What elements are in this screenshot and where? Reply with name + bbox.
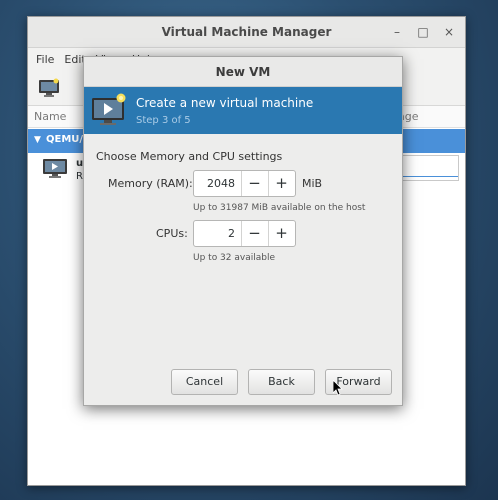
new-vm-toolbar-button[interactable] [38,78,60,98]
cancel-button[interactable]: Cancel [171,369,238,395]
back-button[interactable]: Back [248,369,315,395]
close-button[interactable]: × [441,24,457,40]
cpus-spinbutton[interactable]: 2 − + [193,220,296,247]
wizard-banner: Create a new virtual machine Step 3 of 5 [84,87,402,134]
new-vm-monitor-icon [92,93,126,125]
dialog-titlebar[interactable]: New VM [84,57,402,87]
expander-arrow-icon[interactable]: ▼ [34,135,41,145]
monitor-icon [39,78,59,97]
menu-file[interactable]: File [36,53,54,66]
memory-increment-button[interactable]: + [268,171,294,196]
banner-step: Step 3 of 5 [136,115,191,126]
column-name[interactable]: Name [34,110,66,123]
mouse-pointer-icon [333,380,343,396]
banner-title: Create a new virtual machine [136,96,314,110]
cpu-usage-graph [401,155,459,181]
memory-spinbutton[interactable]: 2048 − + [193,170,296,197]
cpus-increment-button[interactable]: + [268,221,294,246]
section-title: Choose Memory and CPU settings [96,150,283,163]
memory-value[interactable]: 2048 [198,177,235,190]
maximize-button[interactable]: □ [415,24,431,40]
cpus-decrement-button[interactable]: − [241,221,267,246]
vm-monitor-icon [43,159,67,178]
memory-decrement-button[interactable]: − [241,171,267,196]
window-controls: – □ × [389,24,457,40]
cpus-hint: Up to 32 available [193,253,275,263]
main-titlebar[interactable]: Virtual Machine Manager – □ × [28,17,465,48]
cpus-value[interactable]: 2 [198,227,235,240]
dialog-title: New VM [215,65,271,79]
memory-unit: MiB [302,177,323,190]
usage-line [401,176,458,177]
cpus-label: CPUs: [156,227,188,240]
new-vm-dialog: New VM Create a new virtual machine Step… [83,56,403,406]
vm-state: R [76,171,83,182]
memory-label: Memory (RAM): [108,177,193,190]
memory-hint: Up to 31987 MiB available on the host [193,203,366,213]
minimize-button[interactable]: – [389,24,405,40]
